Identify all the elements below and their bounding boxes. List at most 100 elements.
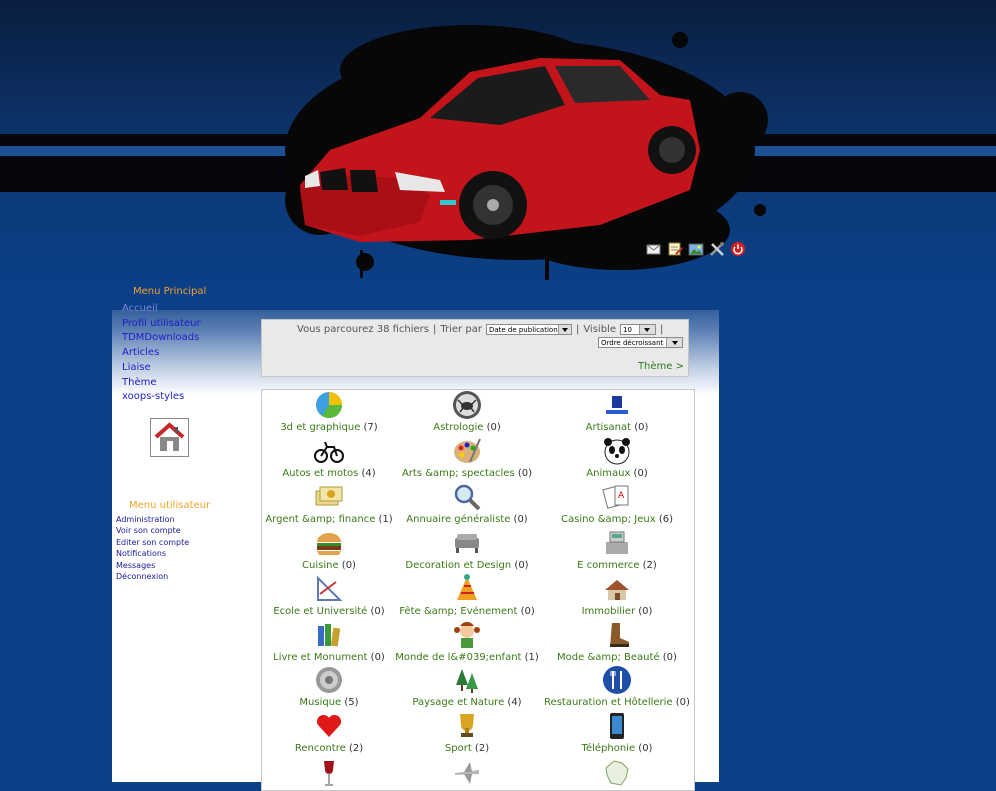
category-item[interactable]: Autos et motos (4) (254, 436, 404, 479)
category-name[interactable]: Cuisine (302, 560, 339, 571)
category-item[interactable]: Paysage et Nature (4) (392, 665, 542, 708)
user-menu-item-notifications[interactable]: Notifications (116, 548, 189, 559)
heart-icon[interactable] (314, 711, 344, 741)
category-item[interactable]: A Casino &amp; Jeux (6) (542, 482, 692, 525)
category-name[interactable]: Sport (445, 743, 472, 754)
category-name[interactable]: E commerce (577, 560, 639, 571)
category-label[interactable]: Argent &amp; finance (1) (254, 514, 404, 525)
category-name[interactable]: Immobilier (582, 606, 636, 617)
magnifier-icon[interactable] (452, 482, 482, 512)
france-map-icon[interactable] (602, 758, 632, 788)
category-name[interactable]: Musique (299, 697, 341, 708)
sort-select[interactable]: Date de publication (485, 324, 572, 335)
category-item[interactable]: Arts &amp; spectacles (0) (392, 436, 542, 479)
wine-glass-icon[interactable] (314, 758, 344, 788)
category-label[interactable]: Autos et motos (4) (254, 468, 404, 479)
category-name[interactable]: Paysage et Nature (412, 697, 504, 708)
category-label[interactable]: Immobilier (0) (542, 606, 692, 617)
category-label[interactable]: Sport (2) (392, 743, 542, 754)
category-item[interactable] (542, 758, 692, 788)
category-item[interactable]: Musique (5) (254, 665, 404, 708)
category-label[interactable]: 3d et graphique (7) (254, 422, 404, 433)
user-menu-item-messages[interactable]: Messages (116, 560, 189, 571)
books-icon[interactable] (314, 620, 344, 650)
money-icon[interactable] (314, 482, 344, 512)
category-item[interactable] (254, 758, 404, 788)
category-item[interactable]: Cuisine (0) (254, 528, 404, 571)
envelope-icon[interactable] (646, 241, 662, 257)
category-item[interactable]: Livre et Monument (0) (254, 620, 404, 663)
category-name[interactable]: Monde de l&#039;enfant (395, 652, 521, 663)
category-item[interactable]: Restauration et Hôtellerie (0) (542, 665, 692, 708)
category-label[interactable]: Artisanat (0) (542, 422, 692, 433)
category-label[interactable]: Fête &amp; Evénement (0) (392, 606, 542, 617)
category-item[interactable]: E commerce (2) (542, 528, 692, 571)
category-name[interactable]: Autos et motos (282, 468, 358, 479)
category-item[interactable]: Ecole et Université (0) (254, 574, 404, 617)
artisan-logo-icon[interactable] (602, 390, 632, 420)
category-item[interactable]: Artisanat (0) (542, 390, 692, 433)
category-name[interactable]: Arts &amp; spectacles (402, 468, 515, 479)
power-icon[interactable] (730, 241, 746, 257)
category-name[interactable]: Mode &amp; Beauté (557, 652, 660, 663)
fork-knife-icon[interactable] (602, 665, 632, 695)
category-item[interactable]: Mode &amp; Beauté (0) (542, 620, 692, 663)
main-menu-item-profil[interactable]: Profil utilisateur (122, 317, 201, 332)
category-label[interactable]: Ecole et Université (0) (254, 606, 404, 617)
user-menu-item-view-account[interactable]: Voir son compte (116, 525, 189, 536)
category-label[interactable]: Casino &amp; Jeux (6) (542, 514, 692, 525)
category-item[interactable]: Sport (2) (392, 711, 542, 754)
edit-note-icon[interactable] (667, 241, 683, 257)
cancer-crab-icon[interactable] (452, 390, 482, 420)
party-hat-icon[interactable] (452, 574, 482, 604)
category-label[interactable]: Astrologie (0) (392, 422, 542, 433)
category-label[interactable]: Rencontre (2) (254, 743, 404, 754)
paint-palette-icon[interactable] (452, 436, 482, 466)
category-name[interactable]: Téléphonie (582, 743, 636, 754)
category-name[interactable]: Restauration et Hôtellerie (544, 697, 673, 708)
category-item[interactable]: Téléphonie (0) (542, 711, 692, 754)
main-menu-item-liaise[interactable]: Liaise (122, 361, 201, 376)
visible-select[interactable]: 10 (619, 324, 656, 335)
category-label[interactable]: Restauration et Hôtellerie (0) (542, 697, 692, 708)
pine-trees-icon[interactable] (452, 665, 482, 695)
category-item[interactable]: Immobilier (0) (542, 574, 692, 617)
category-label[interactable]: Decoration et Design (0) (392, 560, 542, 571)
drawing-tools-icon[interactable] (314, 574, 344, 604)
airplane-icon[interactable] (452, 758, 482, 788)
house-icon[interactable] (602, 574, 632, 604)
category-name[interactable]: Livre et Monument (273, 652, 367, 663)
category-label[interactable]: Monde de l&#039;enfant (1) (392, 652, 542, 663)
main-menu-item-articles[interactable]: Articles (122, 346, 201, 361)
category-label[interactable]: E commerce (2) (542, 560, 692, 571)
category-item[interactable]: Argent &amp; finance (1) (254, 482, 404, 525)
category-name[interactable]: Casino &amp; Jeux (561, 514, 656, 525)
picture-icon[interactable] (688, 241, 704, 257)
playing-cards-icon[interactable]: A (602, 482, 632, 512)
smartphone-icon[interactable] (602, 711, 632, 741)
category-name[interactable]: Argent &amp; finance (265, 514, 375, 525)
category-item[interactable]: Rencontre (2) (254, 711, 404, 754)
panda-icon[interactable] (602, 436, 632, 466)
cash-register-icon[interactable] (602, 528, 632, 558)
home-button[interactable] (150, 418, 189, 457)
user-menu-item-edit-account[interactable]: Editer son compte (116, 537, 189, 548)
category-name[interactable]: Annuaire généraliste (406, 514, 510, 525)
category-label[interactable]: Cuisine (0) (254, 560, 404, 571)
main-menu-item-tdmdownloads[interactable]: TDMDownloads (122, 331, 201, 346)
category-item[interactable] (392, 758, 542, 788)
category-label[interactable]: Mode &amp; Beauté (0) (542, 652, 692, 663)
category-name[interactable]: Decoration et Design (405, 560, 511, 571)
category-label[interactable]: Paysage et Nature (4) (392, 697, 542, 708)
main-menu-item-theme[interactable]: Thème (122, 376, 201, 391)
speaker-icon[interactable] (314, 665, 344, 695)
category-name[interactable]: Artisanat (586, 422, 631, 433)
category-item[interactable]: Fête &amp; Evénement (0) (392, 574, 542, 617)
category-name[interactable]: Fête &amp; Evénement (399, 606, 517, 617)
category-label[interactable]: Annuaire généraliste (0) (392, 514, 542, 525)
category-name[interactable]: Rencontre (295, 743, 346, 754)
order-select[interactable]: Ordre décroissant (598, 337, 683, 348)
motorbike-icon[interactable] (314, 436, 344, 466)
category-label[interactable]: Arts &amp; spectacles (0) (392, 468, 542, 479)
main-menu-item-xoops-styles[interactable]: xoops-styles (122, 390, 201, 405)
